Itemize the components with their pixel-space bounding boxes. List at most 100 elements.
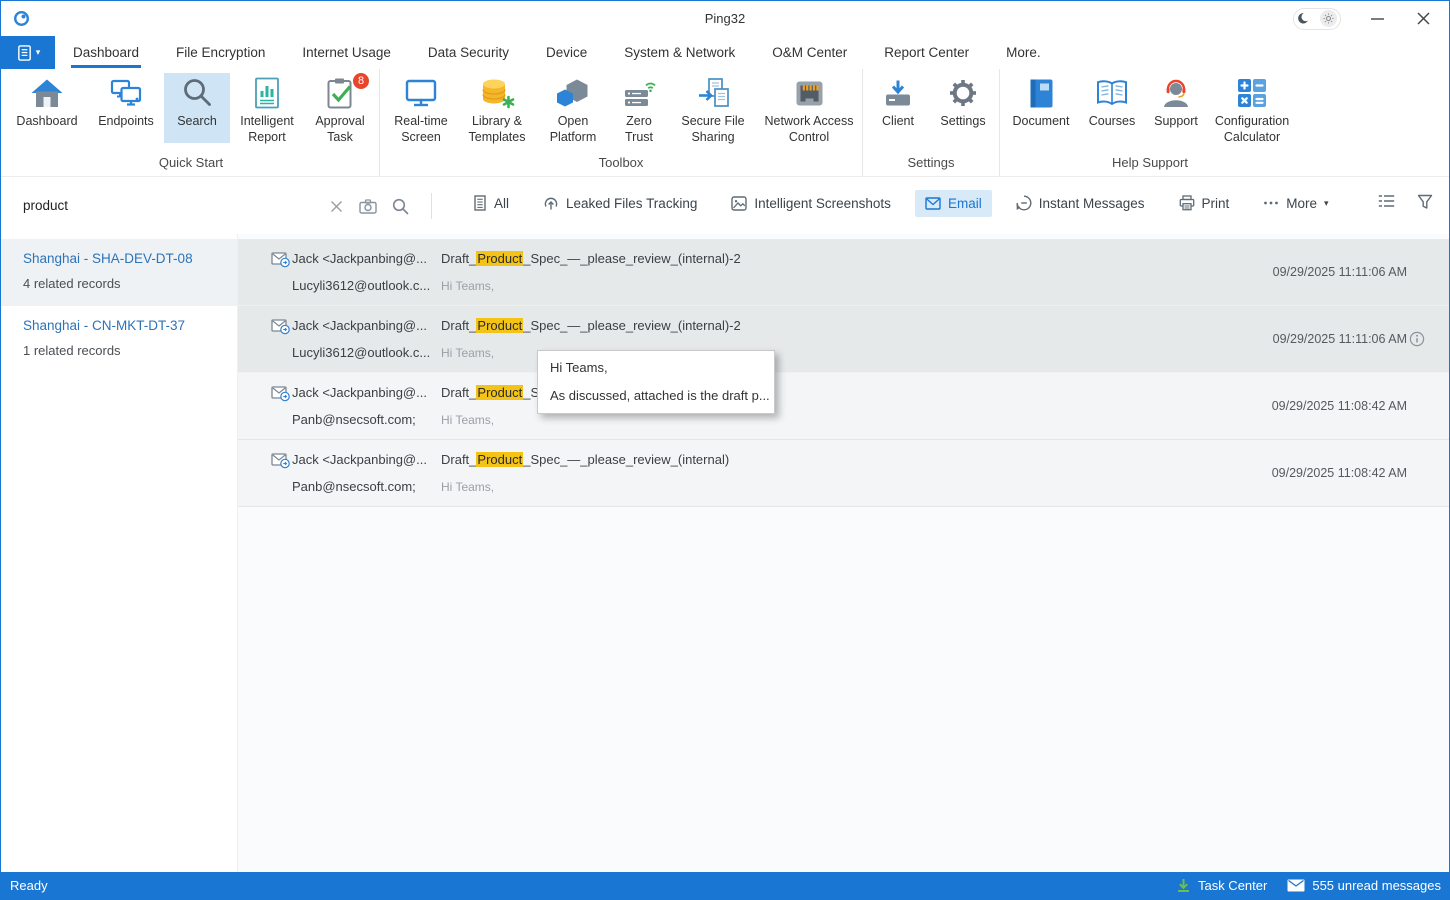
sender: Jack <Jackpanbing@... [292, 452, 427, 467]
email-sent-icon [271, 318, 290, 340]
list-view-icon[interactable] [1378, 194, 1395, 210]
ellipsis-icon [1263, 200, 1279, 206]
theme-toggle[interactable] [1293, 8, 1341, 30]
minimize-button[interactable] [1367, 9, 1387, 29]
menu-tabs: Dashboard File Encryption Internet Usage… [71, 36, 1076, 69]
ribbon-open-platform-button[interactable]: Open Platform [535, 73, 611, 143]
timestamp: 09/29/2025 11:11:06 AM [1273, 332, 1407, 346]
tab-more[interactable]: More. [1004, 36, 1043, 69]
info-icon[interactable] [1409, 331, 1425, 352]
endpoints-monitors-icon [109, 73, 143, 113]
recipient: Lucyli3612@outlook.c... [292, 345, 430, 360]
cube-hexagon-icon [556, 73, 590, 113]
ribbon-courses-button[interactable]: Courses [1079, 73, 1145, 143]
subject-suffix: _Spec_—_please_review_(internal) [523, 452, 729, 467]
sidebar-result-item[interactable]: Shanghai - SHA-DEV-DT-08 4 related recor… [1, 239, 237, 306]
tab-system-network[interactable]: System & Network [622, 36, 737, 69]
sun-icon[interactable] [1320, 10, 1337, 27]
email-row[interactable]: Jack <Jackpanbing@... Lucyli3612@outlook… [238, 306, 1449, 373]
monitor-icon [404, 73, 438, 113]
tab-file-encryption[interactable]: File Encryption [174, 36, 267, 69]
ribbon-button-label: Client [882, 113, 914, 129]
unread-messages-label: 555 unread messages [1312, 878, 1441, 893]
email-row[interactable]: Jack <Jackpanbing@... Panb@nsecsoft.com;… [238, 373, 1449, 440]
ribbon-realtime-screen-button[interactable]: Real-time Screen [383, 73, 459, 143]
ribbon-dashboard-button[interactable]: Dashboard [6, 73, 88, 143]
filter-intelligent-screenshots[interactable]: Intelligent Screenshots [721, 190, 901, 217]
ribbon-button-label: Library & Templates [459, 113, 535, 145]
preview: Hi Teams, [441, 480, 494, 494]
email-sent-icon [271, 452, 290, 474]
filter-label: Intelligent Screenshots [754, 196, 891, 211]
approval-clipboard-icon [325, 73, 355, 113]
chevron-down-icon: ▾ [1324, 198, 1329, 209]
ribbon-button-label: Real-time Screen [383, 113, 459, 145]
ribbon-button-label: Settings [940, 113, 985, 129]
task-center-button[interactable]: Task Center [1176, 878, 1267, 893]
email-row[interactable]: Jack <Jackpanbing@... Panb@nsecsoft.com;… [238, 440, 1449, 507]
ribbon-zero-trust-button[interactable]: Zero Trust [611, 73, 667, 143]
filter-more[interactable]: More ▾ [1253, 190, 1338, 217]
ribbon-search-button[interactable]: Search [164, 73, 230, 143]
tab-internet-usage[interactable]: Internet Usage [300, 36, 393, 69]
search-input[interactable] [23, 193, 313, 217]
ribbon-library-templates-button[interactable]: Library & Templates [459, 73, 535, 143]
preview: Hi Teams, [441, 413, 494, 427]
filter-all[interactable]: All [463, 189, 519, 217]
menubar: ▾ Dashboard File Encryption Internet Usa… [1, 36, 1449, 69]
recipient: Lucyli3612@outlook.c... [292, 278, 430, 293]
camera-icon[interactable] [358, 196, 378, 216]
ribbon-approval-task-button[interactable]: 8 Approval Task [304, 73, 376, 143]
ribbon-configuration-calculator-button[interactable]: Configuration Calculator [1207, 73, 1297, 143]
ribbon-endpoints-button[interactable]: Endpoints [88, 73, 164, 143]
tooltip-line: Hi Teams, [550, 360, 762, 375]
document-menu-icon [16, 44, 33, 62]
report-chart-icon [253, 73, 281, 113]
recipient: Panb@nsecsoft.com; [292, 412, 416, 427]
close-button[interactable] [1413, 9, 1433, 29]
subject-prefix: Draft_ [441, 318, 476, 333]
filter-chips: All Leaked Files Tracking Intelligent Sc… [463, 189, 1353, 217]
ribbon-button-label: Configuration Calculator [1207, 113, 1297, 145]
status-text: Ready [1, 878, 48, 893]
preview: Hi Teams, [441, 279, 494, 293]
email-row[interactable]: Jack <Jackpanbing@... Lucyli3612@outlook… [238, 239, 1449, 306]
ribbon-client-button[interactable]: Client [866, 73, 930, 143]
moon-icon[interactable] [1297, 12, 1310, 25]
tab-report-center[interactable]: Report Center [882, 36, 971, 69]
gear-icon [947, 73, 979, 113]
subject-highlight: Product [476, 452, 523, 467]
ribbon-settings-button[interactable]: Settings [930, 73, 996, 143]
app-menu-button[interactable]: ▾ [1, 36, 55, 69]
timestamp: 09/29/2025 11:08:42 AM [1272, 399, 1407, 413]
filter-instant-messages[interactable]: Instant Messages [1006, 189, 1155, 217]
statusbar: Ready Task Center 555 unread messages [1, 872, 1449, 899]
timestamp: 09/29/2025 11:11:06 AM [1273, 265, 1407, 279]
ribbon-support-button[interactable]: Support [1145, 73, 1207, 143]
tab-device[interactable]: Device [544, 36, 589, 69]
tab-data-security[interactable]: Data Security [426, 36, 511, 69]
ethernet-port-icon [794, 73, 825, 113]
ribbon-button-label: Endpoints [98, 113, 154, 129]
magnifier-icon[interactable] [390, 196, 410, 216]
ribbon-button-label: Courses [1089, 113, 1136, 129]
filter-label: Email [948, 196, 982, 211]
tab-dashboard[interactable]: Dashboard [71, 36, 141, 69]
filter-label: Leaked Files Tracking [566, 196, 697, 211]
filter-funnel-icon[interactable] [1417, 194, 1433, 210]
ribbon-network-access-control-button[interactable]: Network Access Control [759, 73, 859, 143]
ribbon-intelligent-report-button[interactable]: Intelligent Report [230, 73, 304, 143]
filter-email[interactable]: Email [915, 190, 992, 217]
ribbon-button-label: Secure File Sharing [667, 113, 759, 145]
sidebar-result-item[interactable]: Shanghai - CN-MKT-DT-37 1 related record… [1, 306, 237, 373]
filter-print[interactable]: Print [1169, 189, 1240, 217]
clear-icon[interactable] [326, 196, 346, 216]
ribbon-secure-file-sharing-button[interactable]: Secure File Sharing [667, 73, 759, 143]
filter-leaked-files-tracking[interactable]: Leaked Files Tracking [533, 189, 707, 217]
subject-prefix: Draft_ [441, 385, 476, 400]
ribbon-document-button[interactable]: Document [1003, 73, 1079, 143]
tab-om-center[interactable]: O&M Center [770, 36, 849, 69]
unread-messages-button[interactable]: 555 unread messages [1287, 878, 1441, 893]
ribbon-button-label: Intelligent Report [230, 113, 304, 145]
ribbon-button-label: Zero Trust [611, 113, 667, 145]
